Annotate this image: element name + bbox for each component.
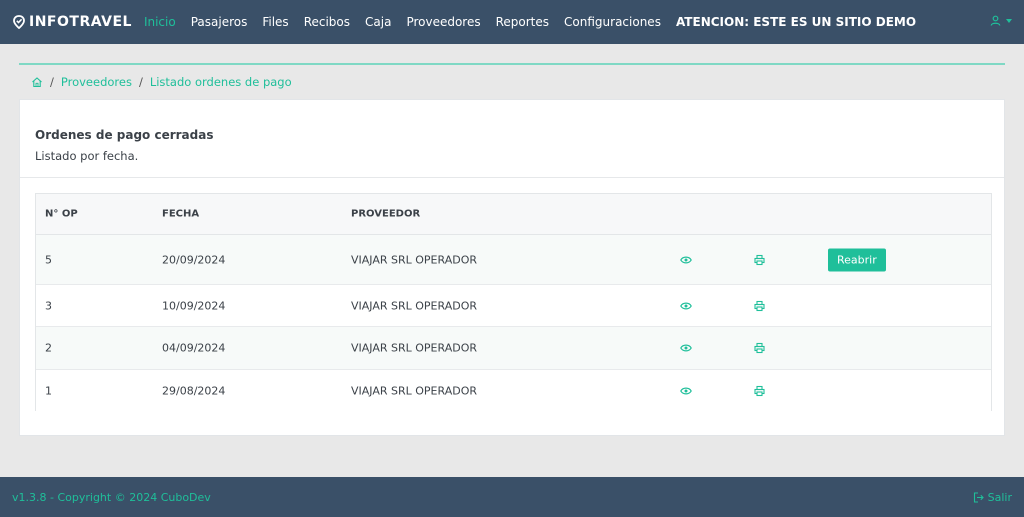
column-header-op: N° OP <box>45 208 78 220</box>
op-number: 1 <box>45 384 52 397</box>
nav-item-caja[interactable]: Caja <box>365 15 391 29</box>
brand-logo[interactable]: INFOTRAVEL <box>12 14 132 30</box>
breadcrumb-separator: / <box>138 75 143 89</box>
reopen-cell: Reabrir <box>828 248 886 271</box>
op-provider: VIAJAR SRL OPERADOR <box>351 341 477 355</box>
top-navbar: INFOTRAVEL Inicio Pasajeros Files Recibo… <box>0 0 1024 44</box>
nav-item-pasajeros[interactable]: Pasajeros <box>191 15 248 29</box>
column-header-proveedor: PROVEEDOR <box>351 208 421 220</box>
table-header: N° OP FECHA PROVEEDOR <box>36 194 991 235</box>
printer-icon[interactable] <box>754 342 765 354</box>
eye-icon[interactable] <box>680 255 692 265</box>
op-provider: VIAJAR SRL OPERADOR <box>351 384 477 397</box>
op-number: 3 <box>45 299 52 312</box>
location-pin-icon <box>13 15 25 29</box>
nav-item-inicio[interactable]: Inicio <box>144 15 176 29</box>
nav-item-files[interactable]: Files <box>262 15 288 29</box>
card-divider <box>20 177 1004 178</box>
op-number: 5 <box>45 253 52 266</box>
brand-name: INFOTRAVEL <box>29 14 132 30</box>
demo-warning: ATENCION: ESTE ES UN SITIO DEMO <box>675 15 917 29</box>
breadcrumb-listado[interactable]: Listado ordenes de pago <box>150 75 292 89</box>
logout-label: Salir <box>987 490 1012 504</box>
card-subtitle: Listado por fecha. <box>35 149 139 163</box>
main-nav: Inicio Pasajeros Files Recibos Caja Prov… <box>144 15 916 29</box>
op-date: 20/09/2024 <box>162 253 226 266</box>
op-date: 04/09/2024 <box>162 341 226 355</box>
printer-icon[interactable] <box>754 254 765 265</box>
user-icon <box>990 15 1001 26</box>
user-menu[interactable] <box>990 15 1012 26</box>
reopen-button[interactable]: Reabrir <box>828 248 886 271</box>
orders-card: Ordenes de pago cerradas Listado por fec… <box>19 99 1005 436</box>
eye-icon[interactable] <box>680 301 692 311</box>
nav-item-proveedores[interactable]: Proveedores <box>406 15 480 29</box>
logout-link[interactable]: Salir <box>973 491 1012 504</box>
printer-icon[interactable] <box>754 300 765 311</box>
breadcrumb: / Proveedores / Listado ordenes de pago <box>31 75 292 89</box>
footer: v1.3.8 - Copyright © 2024 CuboDev Salir <box>0 477 1024 517</box>
printer-icon[interactable] <box>754 385 765 396</box>
op-provider: VIAJAR SRL OPERADOR <box>351 253 477 266</box>
column-header-fecha: FECHA <box>162 208 200 220</box>
table-row: 1 29/08/2024 VIAJAR SRL OPERADOR <box>36 370 991 411</box>
eye-icon[interactable] <box>680 343 692 353</box>
eye-icon[interactable] <box>680 386 692 396</box>
table-row: 2 04/09/2024 VIAJAR SRL OPERADOR <box>36 327 991 370</box>
nav-item-reportes[interactable]: Reportes <box>496 15 549 29</box>
orders-table: N° OP FECHA PROVEEDOR 5 20/09/2024 VIAJA… <box>35 193 992 411</box>
breadcrumb-proveedores[interactable]: Proveedores <box>61 75 132 89</box>
op-number: 2 <box>45 341 52 355</box>
logout-icon <box>973 491 984 503</box>
nav-item-configuraciones[interactable]: Configuraciones <box>564 15 661 29</box>
accent-divider <box>19 63 1005 65</box>
card-title: Ordenes de pago cerradas <box>35 128 214 142</box>
op-date: 29/08/2024 <box>162 384 226 397</box>
home-icon[interactable] <box>31 76 43 88</box>
table-row: 5 20/09/2024 VIAJAR SRL OPERADOR Reabrir <box>36 235 991 285</box>
table-row: 3 10/09/2024 VIAJAR SRL OPERADOR <box>36 285 991 327</box>
breadcrumb-separator: / <box>50 75 54 89</box>
op-provider: VIAJAR SRL OPERADOR <box>351 299 477 312</box>
nav-item-recibos[interactable]: Recibos <box>304 15 350 29</box>
copyright-text: v1.3.8 - Copyright © 2024 CuboDev <box>12 490 211 504</box>
op-date: 10/09/2024 <box>162 299 226 312</box>
chevron-down-icon <box>1006 18 1012 23</box>
